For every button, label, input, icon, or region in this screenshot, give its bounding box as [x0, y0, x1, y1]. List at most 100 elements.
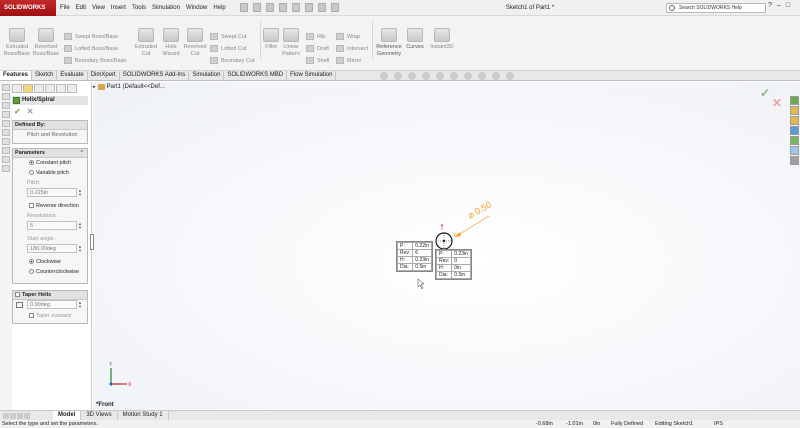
hide-show-items-icon[interactable]: [464, 72, 472, 80]
callout-dia-value[interactable]: 0.5in: [412, 263, 432, 271]
checkbox-icon[interactable]: [15, 292, 20, 298]
sketch-tool-icon[interactable]: [2, 111, 10, 118]
spin-arrows-icon[interactable]: ▲ ▼: [78, 222, 84, 230]
revolutions-input[interactable]: 5 ▲ ▼: [27, 221, 82, 230]
display-style-icon[interactable]: [450, 72, 458, 80]
menu-file[interactable]: File: [60, 5, 70, 11]
linear-pattern-button[interactable]: Linear Pattern: [281, 28, 301, 58]
help-button[interactable]: ?: [768, 2, 772, 9]
swept-cut-button[interactable]: Swept Cut: [210, 33, 246, 40]
taper-outward-checkbox[interactable]: Taper outward: [13, 311, 87, 321]
edit-appearance-icon[interactable]: [478, 72, 486, 80]
spin-arrows-icon[interactable]: ▲ ▼: [78, 245, 84, 253]
apply-scene-icon[interactable]: [492, 72, 500, 80]
callout-dia-value[interactable]: 0.5in: [451, 271, 471, 279]
tab-sketch[interactable]: Sketch: [32, 71, 58, 80]
reference-geometry-button[interactable]: Reference Geometry: [374, 28, 404, 58]
sketch-tool-icon[interactable]: [2, 102, 10, 109]
sketch-tool-icon[interactable]: [2, 138, 10, 145]
cancel-button[interactable]: ✕: [27, 107, 34, 116]
start-angle-input[interactable]: 180.00deg ▲ ▼: [27, 244, 82, 253]
spin-arrows-icon[interactable]: ▲ ▼: [78, 189, 84, 197]
view-orientation-icon[interactable]: [436, 72, 444, 80]
tab-solidworks-mbd[interactable]: SOLIDWORKS MBD: [224, 71, 288, 80]
minimize-button[interactable]: –: [777, 2, 781, 9]
menu-edit[interactable]: Edit: [76, 5, 86, 11]
constant-pitch-radio[interactable]: Constant pitch: [13, 158, 87, 168]
status-units[interactable]: IPS: [714, 420, 723, 428]
callout-pitch-value[interactable]: 0.23in: [451, 250, 471, 258]
sketch-tool-icon[interactable]: [2, 165, 10, 172]
clockwise-radio[interactable]: Clockwise: [13, 257, 87, 267]
shell-button[interactable]: Shell: [306, 57, 329, 64]
draft-button[interactable]: Draft: [306, 45, 329, 52]
hole-wizard-button[interactable]: Hole Wizard: [158, 28, 184, 58]
next-tab-icon[interactable]: [17, 412, 23, 419]
restore-button[interactable]: □: [786, 2, 790, 9]
revolved-cut-button[interactable]: Revolved Cut: [182, 28, 208, 58]
first-tab-icon[interactable]: [3, 412, 9, 419]
sketch-tool-icon[interactable]: [2, 93, 10, 100]
previous-view-icon[interactable]: [408, 72, 416, 80]
configuration-manager-tab-icon[interactable]: [34, 84, 44, 93]
property-manager-tab-icon[interactable]: [23, 84, 33, 93]
menu-help[interactable]: Help: [213, 5, 225, 11]
sketch-tool-icon[interactable]: [2, 120, 10, 127]
help-search-input[interactable]: Search SOLIDWORKS Help: [666, 3, 766, 13]
tab-model[interactable]: Model: [53, 411, 82, 420]
boundary-boss-button[interactable]: Boundary Boss/Base: [64, 57, 126, 64]
revolved-boss-button[interactable]: Revolved Boss/Base: [32, 28, 60, 58]
fillet-button[interactable]: Fillet: [262, 28, 280, 51]
select-icon[interactable]: [305, 3, 313, 12]
defined-by-select[interactable]: Pitch and Revolution: [13, 130, 87, 140]
mirror-button[interactable]: Mirror: [336, 57, 361, 64]
pitch-input[interactable]: 0.225in ▲ ▼: [27, 188, 82, 197]
tab-motion-study-1[interactable]: Motion Study 1: [118, 411, 169, 420]
callout-rev-value[interactable]: 0: [451, 257, 471, 265]
tab-simulation[interactable]: Simulation: [189, 71, 225, 80]
rebuild-icon[interactable]: [318, 3, 326, 12]
display-manager-tab-icon[interactable]: [56, 84, 66, 93]
spin-arrows-icon[interactable]: ▲ ▼: [78, 301, 84, 309]
callout-height-value[interactable]: 0in: [451, 264, 471, 272]
taper-angle-input[interactable]: 0.00deg ▲ ▼: [27, 300, 82, 309]
callout-rev-value[interactable]: 6: [412, 249, 432, 257]
view-settings-icon[interactable]: [506, 72, 514, 80]
print-icon[interactable]: [279, 3, 287, 12]
swept-boss-button[interactable]: Swept Boss/Base: [64, 33, 118, 40]
center-point[interactable]: [442, 239, 446, 243]
tab-3d-views[interactable]: 3D Views: [81, 411, 118, 420]
menu-tools[interactable]: Tools: [132, 5, 146, 11]
wrap-button[interactable]: Wrap: [336, 33, 360, 40]
save-icon[interactable]: [266, 3, 274, 12]
new-document-icon[interactable]: [240, 3, 248, 12]
tab-features[interactable]: Features: [0, 71, 33, 80]
tab-flow-simulation[interactable]: Flow Simulation: [287, 71, 337, 80]
rib-button[interactable]: Rib: [306, 33, 325, 40]
taper-helix-heading[interactable]: Taper Helix: [13, 291, 87, 300]
ok-button[interactable]: ✓: [14, 107, 21, 116]
sketch-tool-icon[interactable]: [2, 84, 10, 91]
open-icon[interactable]: [253, 3, 261, 12]
menu-window[interactable]: Window: [186, 5, 207, 11]
collapse-icon[interactable]: ⌃: [80, 149, 84, 158]
reverse-direction-checkbox[interactable]: Reverse direction: [13, 201, 87, 211]
extruded-boss-button[interactable]: Extruded Boss/Base: [3, 28, 31, 58]
dimxpert-manager-tab-icon[interactable]: [45, 84, 55, 93]
zoom-to-fit-icon[interactable]: [380, 72, 388, 80]
instant3d-button[interactable]: Instant3D: [428, 28, 456, 51]
boundary-cut-button[interactable]: Boundary Cut: [210, 57, 255, 64]
callout-height-value[interactable]: 0.23in: [412, 256, 432, 264]
more-tabs-icon[interactable]: [67, 84, 77, 93]
counterclockwise-radio[interactable]: Counterclockwise: [13, 267, 87, 277]
sketch-tool-icon[interactable]: [2, 147, 10, 154]
section-view-icon[interactable]: [422, 72, 430, 80]
extruded-cut-button[interactable]: Extruded Cut: [132, 28, 160, 58]
tab-dimxpert[interactable]: DimXpert: [88, 71, 120, 80]
lofted-cut-button[interactable]: Lofted Cut: [210, 45, 246, 52]
sketch-tool-icon[interactable]: [2, 156, 10, 163]
intersect-button[interactable]: Intersect: [336, 45, 368, 52]
solidworks-logo[interactable]: SOLIDWORKS: [0, 0, 56, 16]
undo-icon[interactable]: [292, 3, 300, 12]
menu-view[interactable]: View: [92, 5, 105, 11]
